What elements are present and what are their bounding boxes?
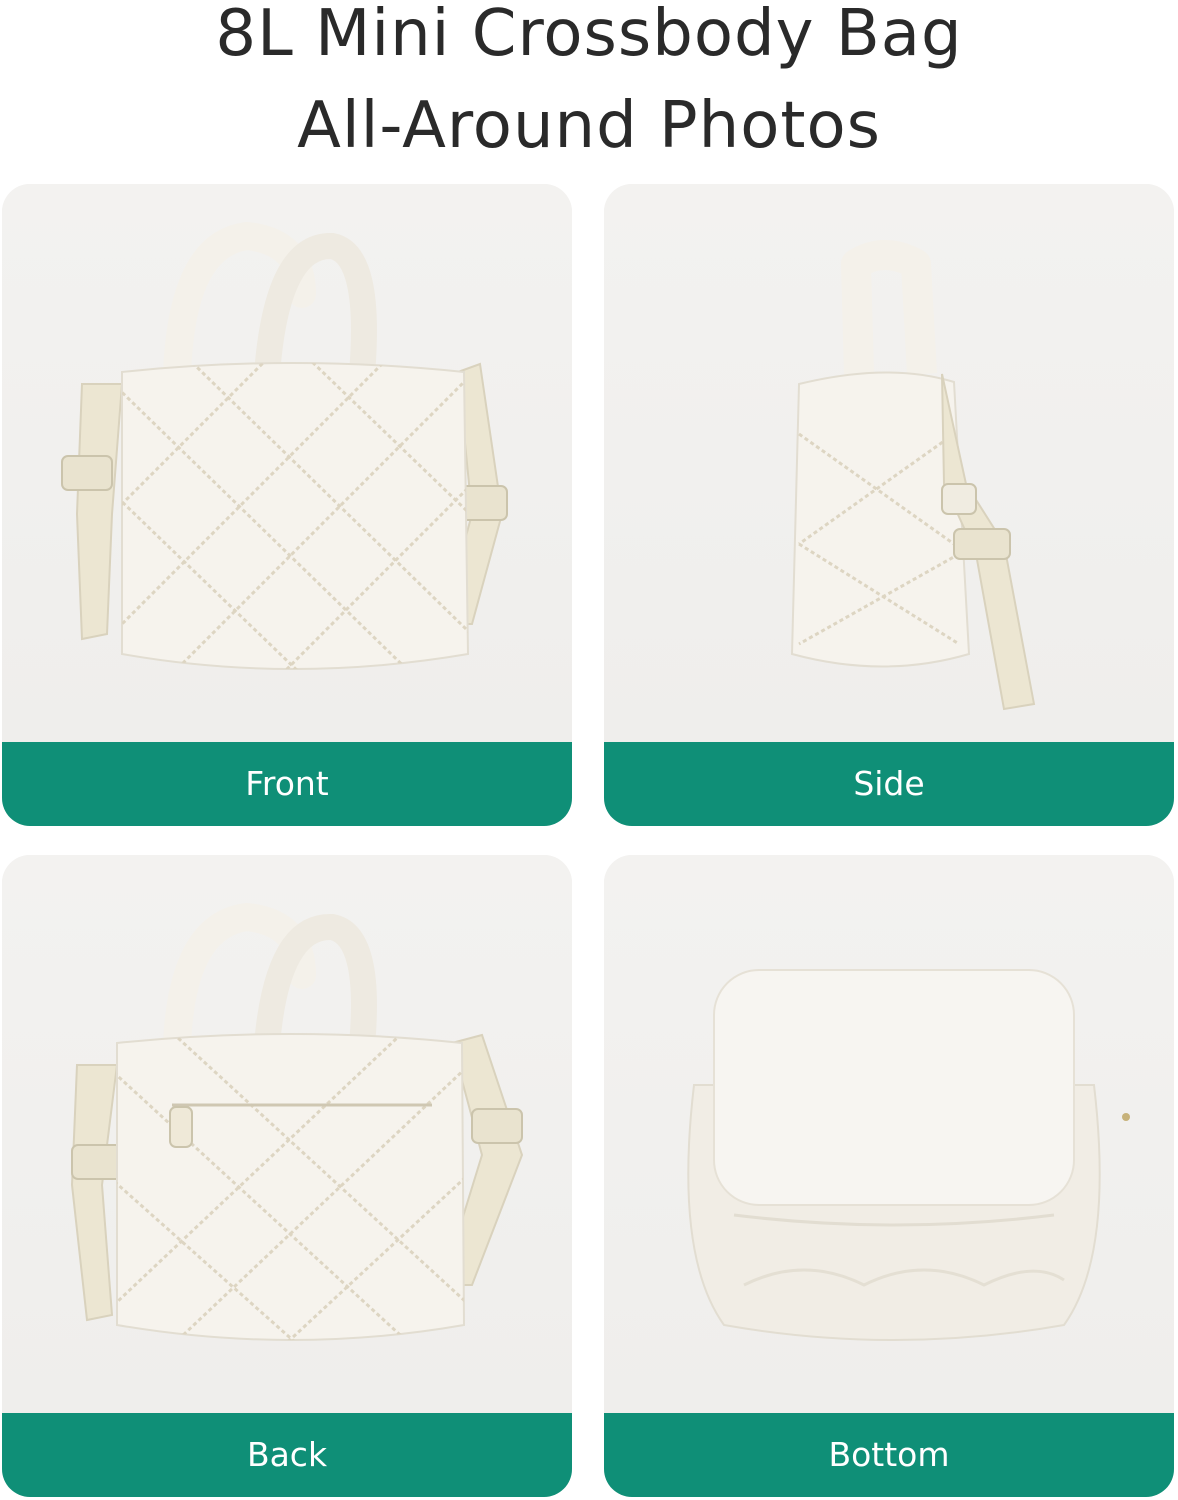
view-label-front: Front — [2, 742, 572, 826]
bag-bottom-photo — [604, 855, 1174, 1413]
bag-back-photo — [2, 855, 572, 1413]
page-title-line-2: All-Around Photos — [297, 89, 881, 163]
view-label-back: Back — [2, 1413, 572, 1497]
view-label-side: Side — [604, 742, 1174, 826]
bag-side-photo — [604, 184, 1174, 742]
bag-bottom-illustration — [687, 969, 1130, 1341]
view-card-back: Back — [2, 855, 572, 1497]
bag-back-illustration — [70, 902, 524, 1341]
bag-side-illustration — [790, 240, 1036, 711]
page-title-line-1: 8L Mini Crossbody Bag — [215, 0, 963, 71]
view-card-bottom: Bottom — [604, 855, 1174, 1497]
bag-front-photo — [2, 184, 572, 742]
view-label-bottom: Bottom — [604, 1413, 1174, 1497]
bag-front-illustration — [61, 221, 508, 670]
view-card-side: Side — [604, 184, 1174, 826]
view-card-front: Front — [2, 184, 572, 826]
